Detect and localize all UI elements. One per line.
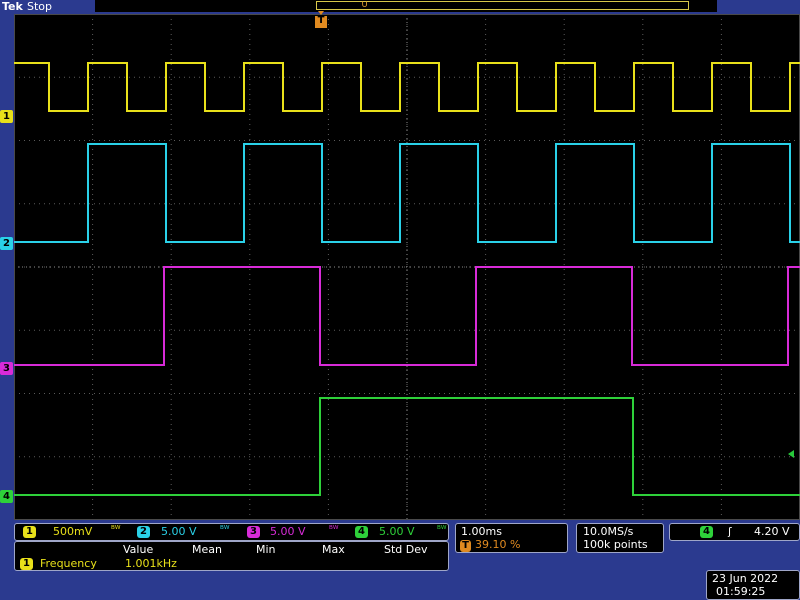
- ch4-badge[interactable]: 4: [355, 526, 368, 538]
- ch2-badge[interactable]: 2: [137, 526, 150, 538]
- ch4-scale[interactable]: 5.00 V: [379, 525, 415, 538]
- graticule-svg: [14, 14, 800, 520]
- ch2-bandwidth-icon: ᴮᵂ: [220, 525, 230, 535]
- top-bar: Tek Stop ∪: [0, 0, 800, 14]
- ch1-badge[interactable]: 1: [23, 526, 36, 538]
- trigger-level[interactable]: 4.20 V: [754, 525, 790, 538]
- trigger-panel[interactable]: 4 ʃ 4.20 V: [669, 523, 800, 541]
- meas-header-value: Value: [123, 543, 154, 556]
- waveform-graticule[interactable]: [14, 14, 800, 520]
- ch1-bandwidth-icon: ᴮᵂ: [111, 525, 121, 535]
- channel-settings-bar: 1 500mV ᴮᵂ 2 5.00 V ᴮᵂ 3 5.00 V ᴮᵂ 4 5.0…: [14, 523, 449, 541]
- rising-edge-icon: ʃ: [728, 525, 732, 538]
- channel-3-marker[interactable]: 3: [0, 362, 13, 375]
- record-view-bar[interactable]: ∪: [95, 0, 717, 12]
- horizontal-scale[interactable]: 1.00ms: [461, 525, 502, 538]
- trigger-position-pointer: [318, 11, 324, 15]
- channel-4-marker[interactable]: 4: [0, 490, 13, 503]
- trigger-source-badge: 4: [700, 526, 713, 538]
- meas-value-frequency: 1.001kHz: [125, 557, 177, 570]
- time-label: 01:59:25: [716, 585, 766, 598]
- meas-header-min: Min: [256, 543, 276, 556]
- channel-2-marker[interactable]: 2: [0, 237, 13, 250]
- trigger-position-percent[interactable]: 39.10 %: [475, 538, 520, 551]
- meas-label-frequency: Frequency: [40, 557, 97, 570]
- ch3-scale[interactable]: 5.00 V: [270, 525, 306, 538]
- ch4-bandwidth-icon: ᴮᵂ: [437, 525, 447, 535]
- datetime-panel: 23 Jun 2022 01:59:25: [706, 570, 800, 600]
- timebase-panel[interactable]: 1.00ms T 39.10 %: [455, 523, 568, 553]
- measurement-panel[interactable]: Value Mean Min Max Std Dev 1 Frequency 1…: [14, 541, 449, 571]
- ch2-scale[interactable]: 5.00 V: [161, 525, 197, 538]
- record-trigger-marker: ∪: [361, 0, 369, 10]
- acquisition-panel[interactable]: 10.0MS/s 100k points: [576, 523, 664, 553]
- channel-1-marker[interactable]: 1: [0, 110, 13, 123]
- ch1-scale[interactable]: 500mV: [53, 525, 92, 538]
- meas-header-stddev: Std Dev: [384, 543, 428, 556]
- trigger-level-arrow-icon[interactable]: [788, 450, 794, 458]
- record-length: 100k points: [583, 538, 648, 551]
- trigger-position-icon: T: [460, 540, 471, 552]
- ch3-bandwidth-icon: ᴮᵂ: [329, 525, 339, 535]
- meas-header-mean: Mean: [192, 543, 222, 556]
- brand-label: Tek: [2, 0, 23, 13]
- ch3-badge[interactable]: 3: [247, 526, 260, 538]
- date-label: 23 Jun 2022: [712, 572, 779, 585]
- record-view-window[interactable]: [316, 1, 689, 10]
- meas-header-max: Max: [322, 543, 345, 556]
- meas-channel-badge: 1: [20, 558, 33, 570]
- sample-rate: 10.0MS/s: [583, 525, 634, 538]
- acquisition-status: Stop: [27, 0, 53, 13]
